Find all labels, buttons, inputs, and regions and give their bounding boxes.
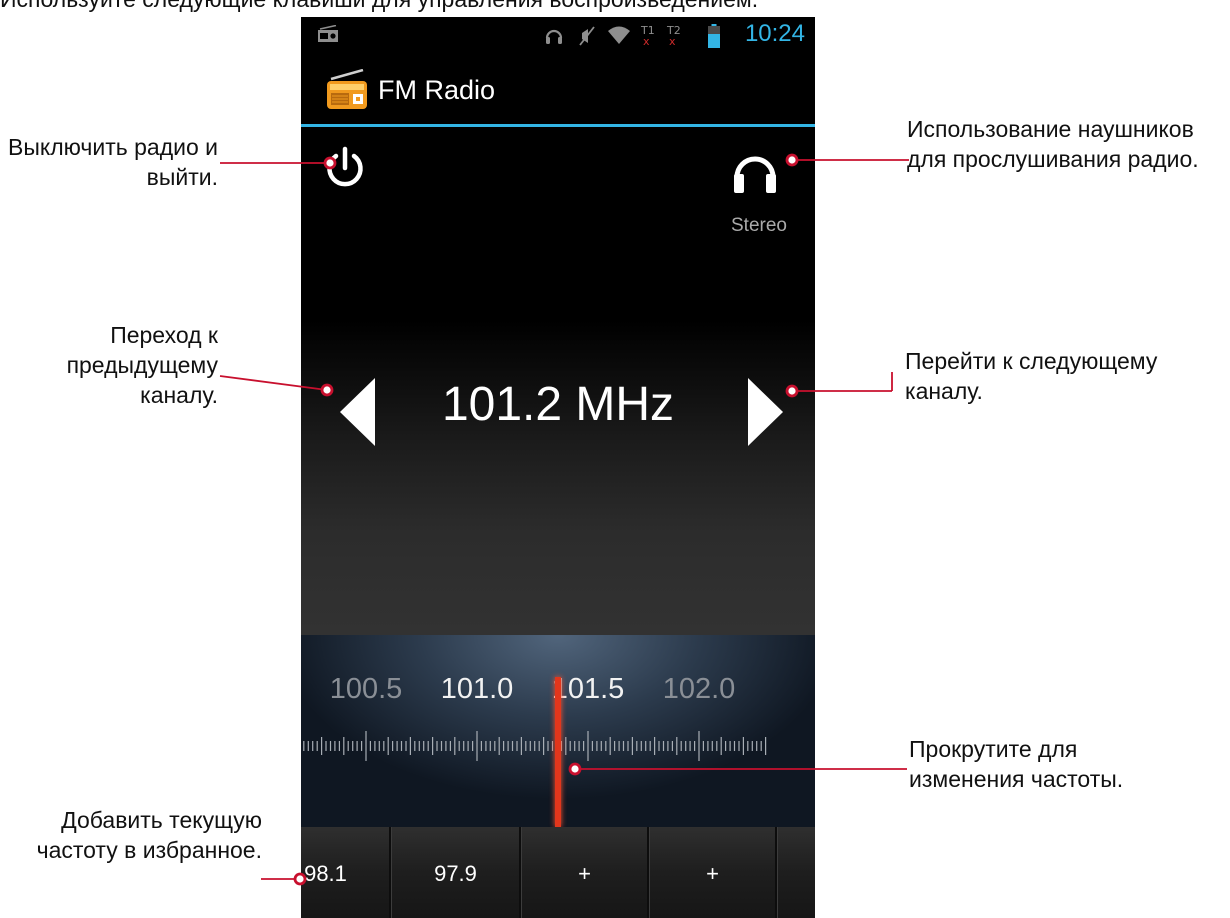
callout-dot: [293, 872, 307, 886]
callout-dot: [785, 153, 799, 167]
callout-layer: [219, 153, 909, 886]
callout-dot: [323, 156, 337, 170]
callout-dot: [785, 384, 799, 398]
callout-dot: [320, 383, 334, 397]
callout-dot: [568, 762, 582, 776]
